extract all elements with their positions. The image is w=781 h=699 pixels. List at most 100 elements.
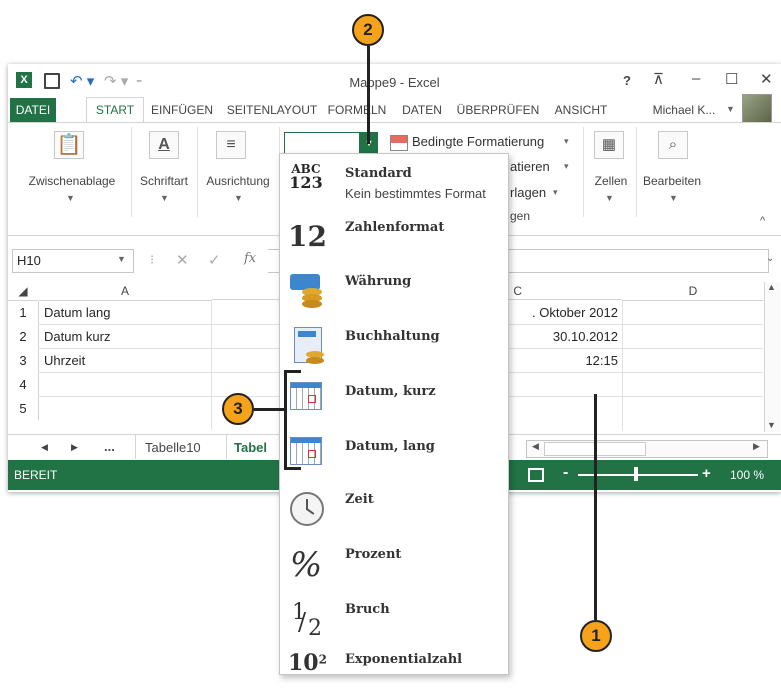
chevron-down-icon: ▾: [553, 187, 558, 197]
menu-item-time[interactable]: Zeit: [280, 484, 508, 539]
callout-3-bracket: [284, 370, 301, 470]
enter-icon[interactable]: ✓: [208, 251, 221, 269]
maximize-button[interactable]: ☐: [725, 70, 738, 88]
more-sheets-button[interactable]: ...: [104, 439, 115, 454]
scroll-sheets-left-icon[interactable]: ◀: [41, 442, 48, 453]
fraction-icon: 1 / 2: [292, 600, 322, 641]
row-header[interactable]: 2: [8, 325, 39, 348]
binoculars-icon[interactable]: ⌕: [658, 131, 688, 159]
menu-item-long-date[interactable]: Datum, lang: [280, 431, 508, 486]
tab-file[interactable]: DATEI: [10, 98, 56, 122]
scroll-sheets-right-icon[interactable]: ▶: [71, 442, 78, 453]
zoom-slider-thumb[interactable]: [634, 467, 638, 481]
cell-a2[interactable]: Datum kurz: [44, 325, 110, 348]
tab-page-layout[interactable]: SEITENLAYOUT: [222, 98, 322, 122]
insert-function-button[interactable]: fx: [244, 251, 256, 266]
clock-icon: [290, 492, 324, 526]
alignment-icon[interactable]: ≡: [216, 131, 246, 159]
menu-item-currency[interactable]: Währung: [280, 266, 508, 321]
menu-item-label: Standard: [345, 166, 412, 181]
accounting-icon: [290, 327, 324, 367]
user-dropdown-icon[interactable]: ▼: [726, 104, 735, 114]
chevron-down-icon: ▼: [669, 193, 678, 203]
row-header[interactable]: 1: [8, 301, 39, 324]
tab-review[interactable]: ÜBERPRÜFEN: [452, 98, 544, 122]
menu-item-scientific[interactable]: 102 Exponentialzahl: [280, 644, 508, 699]
zoom-out-button[interactable]: -: [563, 464, 568, 482]
name-box-value: H10: [17, 253, 41, 268]
scroll-right-icon[interactable]: ▶: [753, 441, 760, 452]
menu-item-standard[interactable]: ABC 123 Standard Kein bestimmtes Format: [280, 154, 508, 209]
gridline: [622, 300, 623, 430]
menu-item-accounting[interactable]: Buchhaltung: [280, 321, 508, 376]
menu-item-fraction[interactable]: 1 / 2 Bruch: [280, 594, 508, 649]
number-format-menu: ABC 123 Standard Kein bestimmtes Format …: [279, 153, 509, 676]
callout-1: 1: [580, 620, 612, 652]
zoom-in-button[interactable]: +: [702, 465, 711, 482]
chevron-down-icon: ▾: [564, 161, 569, 171]
group-divider: [583, 127, 584, 217]
menu-item-number[interactable]: 12 Zahlenformat: [280, 212, 508, 267]
tab-formulas[interactable]: FORMELN: [322, 98, 392, 122]
tab-view[interactable]: ANSICHT: [546, 98, 616, 122]
name-box[interactable]: H10 ▼: [12, 249, 134, 273]
formula-bar-options-icon[interactable]: ⁝: [150, 252, 154, 268]
cell-a3[interactable]: Uhrzeit: [44, 349, 85, 372]
conditional-formatting-button[interactable]: Bedingte Formatierung: [412, 134, 544, 149]
window-title: Mappe9 - Excel: [349, 75, 440, 90]
column-header-d[interactable]: D: [623, 282, 763, 301]
format-as-table-button[interactable]: atieren: [510, 159, 550, 174]
scroll-left-icon[interactable]: ◀: [532, 441, 539, 452]
row-header[interactable]: 4: [8, 373, 39, 396]
callout-2: 2: [352, 14, 384, 46]
user-account[interactable]: Michael K...: [638, 98, 730, 122]
help-button[interactable]: ?: [623, 73, 631, 88]
cells-group-button[interactable]: Zellen: [586, 174, 636, 188]
tab-insert[interactable]: EINFÜGEN: [144, 98, 220, 122]
currency-icon: [290, 272, 324, 308]
scroll-up-icon[interactable]: ▲: [767, 282, 776, 292]
callout-3-leader: [254, 408, 284, 411]
chevron-down-icon: ▼: [117, 254, 126, 264]
conditional-format-icon: [390, 135, 408, 151]
expand-formula-bar-icon[interactable]: ⌄: [766, 253, 774, 264]
font-color-icon[interactable]: A: [149, 131, 179, 159]
page-layout-view-icon[interactable]: [528, 468, 544, 482]
cell-a1[interactable]: Datum lang: [44, 301, 110, 324]
close-button[interactable]: ✕: [760, 70, 773, 88]
chevron-down-icon: ▼: [234, 193, 243, 203]
menu-item-label: Zahlenformat: [345, 220, 445, 235]
vertical-scrollbar[interactable]: [764, 282, 780, 432]
tab-data[interactable]: DATEN: [394, 98, 450, 122]
ribbon-tabs: DATEI START EINFÜGEN SEITENLAYOUT FORMEL…: [8, 94, 781, 124]
column-header-a[interactable]: A: [39, 282, 211, 301]
chevron-down-icon: ▾: [564, 136, 569, 146]
cells-icon[interactable]: ▦: [594, 131, 624, 159]
chevron-down-icon: ▼: [605, 193, 614, 203]
row-header[interactable]: 3: [8, 349, 39, 372]
number-format-combobox[interactable]: [284, 132, 360, 154]
tab-start[interactable]: START: [86, 97, 144, 124]
cell-styles-button[interactable]: rlagen: [510, 185, 546, 200]
sheet-tab-tabelle10[interactable]: Tabelle10: [145, 440, 201, 455]
collapse-ribbon-icon[interactable]: ^: [760, 215, 765, 227]
scroll-down-icon[interactable]: ▼: [767, 420, 776, 430]
sheet-tab-active[interactable]: Tabel: [234, 440, 267, 455]
alignment-group-button[interactable]: Ausrichtung: [198, 174, 278, 188]
font-group-button[interactable]: Schriftart: [132, 174, 196, 188]
status-ready: BEREIT: [14, 468, 58, 482]
zoom-level[interactable]: 100 %: [730, 468, 764, 482]
minimize-button[interactable]: –: [692, 70, 700, 87]
cancel-icon[interactable]: ✕: [176, 251, 189, 269]
callout-1-leader: [594, 394, 597, 620]
editing-group-button[interactable]: Bearbeiten: [637, 174, 707, 188]
row-header[interactable]: 5: [8, 397, 39, 420]
ribbon-display-button[interactable]: ⊼: [653, 70, 664, 88]
menu-item-short-date[interactable]: Datum, kurz: [280, 376, 508, 431]
clipboard-group-button[interactable]: Zwischenablage: [14, 174, 130, 188]
avatar[interactable]: [742, 94, 772, 124]
menu-item-percent[interactable]: % Prozent: [280, 539, 508, 594]
select-all-corner[interactable]: ◢: [8, 282, 38, 301]
clipboard-icon[interactable]: 📋: [54, 131, 84, 159]
chevron-down-icon: ▼: [160, 193, 169, 203]
